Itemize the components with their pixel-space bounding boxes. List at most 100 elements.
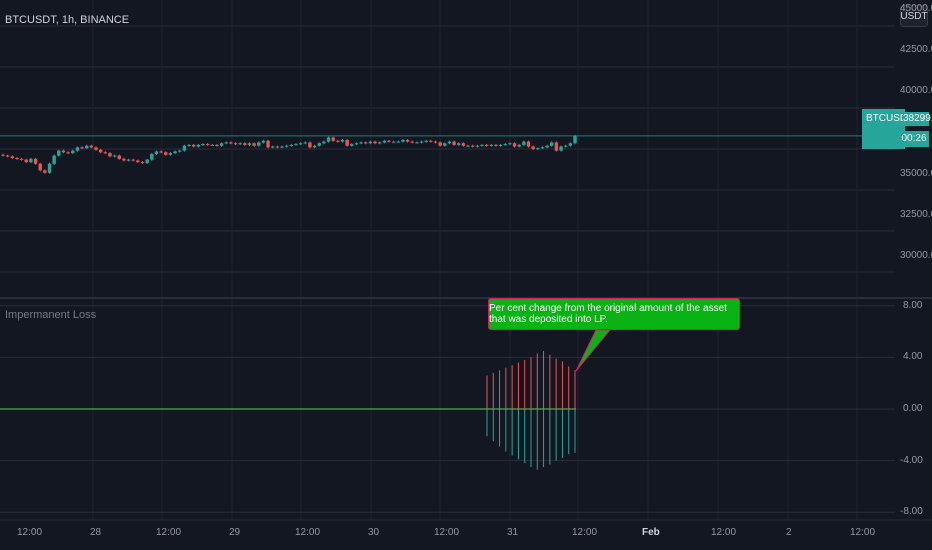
candle-body — [71, 150, 75, 154]
candle-body — [61, 150, 66, 153]
candle-body — [284, 145, 289, 147]
candle-body — [89, 145, 94, 148]
candle-body — [103, 152, 108, 154]
candle-body — [5, 155, 10, 157]
candle-body — [466, 145, 470, 147]
time-label: 28 — [90, 527, 102, 538]
time-label: 12:00 — [850, 527, 876, 538]
time-label: 12:00 — [156, 527, 182, 538]
candle-body — [215, 144, 219, 146]
candle-body — [280, 146, 284, 148]
candle-body — [559, 146, 563, 151]
candle-body — [396, 141, 400, 143]
candle-body — [568, 143, 573, 146]
candle-body — [573, 135, 577, 144]
candle-body — [275, 146, 280, 148]
candle-body — [266, 140, 270, 148]
time-label: 2 — [786, 527, 792, 538]
candle-body — [498, 144, 503, 146]
candle-body — [322, 141, 326, 144]
candle-body — [359, 142, 363, 144]
candle-body — [340, 139, 345, 142]
candle-body — [503, 144, 507, 146]
candle-body — [10, 156, 15, 159]
candle-body — [150, 153, 154, 160]
candle-body — [85, 145, 89, 149]
candle-body — [80, 147, 84, 149]
candle-body — [173, 151, 177, 154]
candle-body — [168, 153, 173, 155]
candle-body — [131, 159, 135, 161]
candle-body — [159, 151, 163, 153]
candle-body — [187, 144, 191, 146]
candle-body — [201, 144, 205, 146]
indicator-scale-label: -4.00 — [900, 455, 923, 466]
candle-body — [271, 146, 275, 148]
candle-body — [354, 143, 359, 145]
indicator-scale-label: -8.00 — [900, 506, 923, 517]
candle-body — [294, 144, 298, 146]
candle-body — [550, 142, 554, 146]
candle-body — [126, 159, 131, 161]
candle-body — [261, 140, 266, 143]
candle-body — [57, 150, 61, 156]
candle-body — [522, 141, 526, 145]
candle-body — [140, 162, 145, 164]
candle-body — [326, 137, 331, 142]
candle-body — [136, 160, 140, 163]
indicator-name[interactable]: Impermanent Loss — [5, 309, 96, 321]
candle-body — [540, 147, 545, 149]
candle-body — [531, 146, 535, 149]
candle-body — [350, 144, 354, 146]
candle-body — [196, 144, 201, 147]
candle-body — [303, 142, 307, 144]
candle-body — [229, 142, 233, 144]
candle-body — [43, 170, 47, 173]
candle-body — [415, 142, 419, 144]
candle-body — [489, 144, 493, 146]
candle-body — [191, 144, 196, 147]
candle-body — [308, 142, 312, 148]
candle-body — [512, 143, 517, 147]
candle-body — [419, 141, 424, 143]
candle-body — [98, 149, 103, 153]
candle-body — [108, 153, 112, 157]
candle-body — [317, 143, 321, 146]
time-label: 30 — [368, 527, 380, 538]
candle-body — [238, 143, 242, 145]
time-label: 12:00 — [711, 527, 737, 538]
time-label: Feb — [642, 527, 660, 538]
chart-canvas[interactable] — [0, 0, 932, 550]
candle-body — [475, 145, 480, 147]
candle-body — [387, 140, 391, 142]
candle-body — [536, 148, 540, 150]
candle-body — [336, 140, 340, 142]
candle-body — [410, 141, 414, 143]
current-price-value: 38299.00 — [903, 112, 932, 126]
annotation-callout[interactable]: Per cent change from the original amount… — [488, 298, 740, 330]
symbol-title[interactable]: BTCUSDT, 1h, BINANCE — [5, 14, 129, 26]
candle-body — [391, 141, 396, 143]
candle-body — [447, 141, 452, 144]
candle-body — [29, 158, 33, 163]
candle-body — [247, 143, 252, 145]
callout-pointer — [575, 329, 612, 372]
price-label: 35000.00 — [900, 168, 932, 179]
time-label: 29 — [229, 527, 241, 538]
candle-body — [429, 140, 433, 142]
candle-body — [233, 143, 238, 145]
time-label: 12:00 — [295, 527, 321, 538]
candle-body — [252, 143, 256, 146]
candle-body — [545, 145, 549, 148]
price-label: 45000.00 — [900, 3, 932, 14]
candle-body — [182, 145, 187, 151]
price-label: 32500.00 — [900, 209, 932, 220]
candle-body — [480, 144, 484, 146]
candle-body — [66, 152, 70, 154]
bar-countdown: 00:26 — [899, 131, 929, 147]
candle-body — [331, 137, 335, 141]
candle-body — [364, 142, 368, 144]
candle-body — [312, 145, 317, 148]
candle-body — [94, 147, 98, 150]
price-label: 40000.00 — [900, 85, 932, 96]
